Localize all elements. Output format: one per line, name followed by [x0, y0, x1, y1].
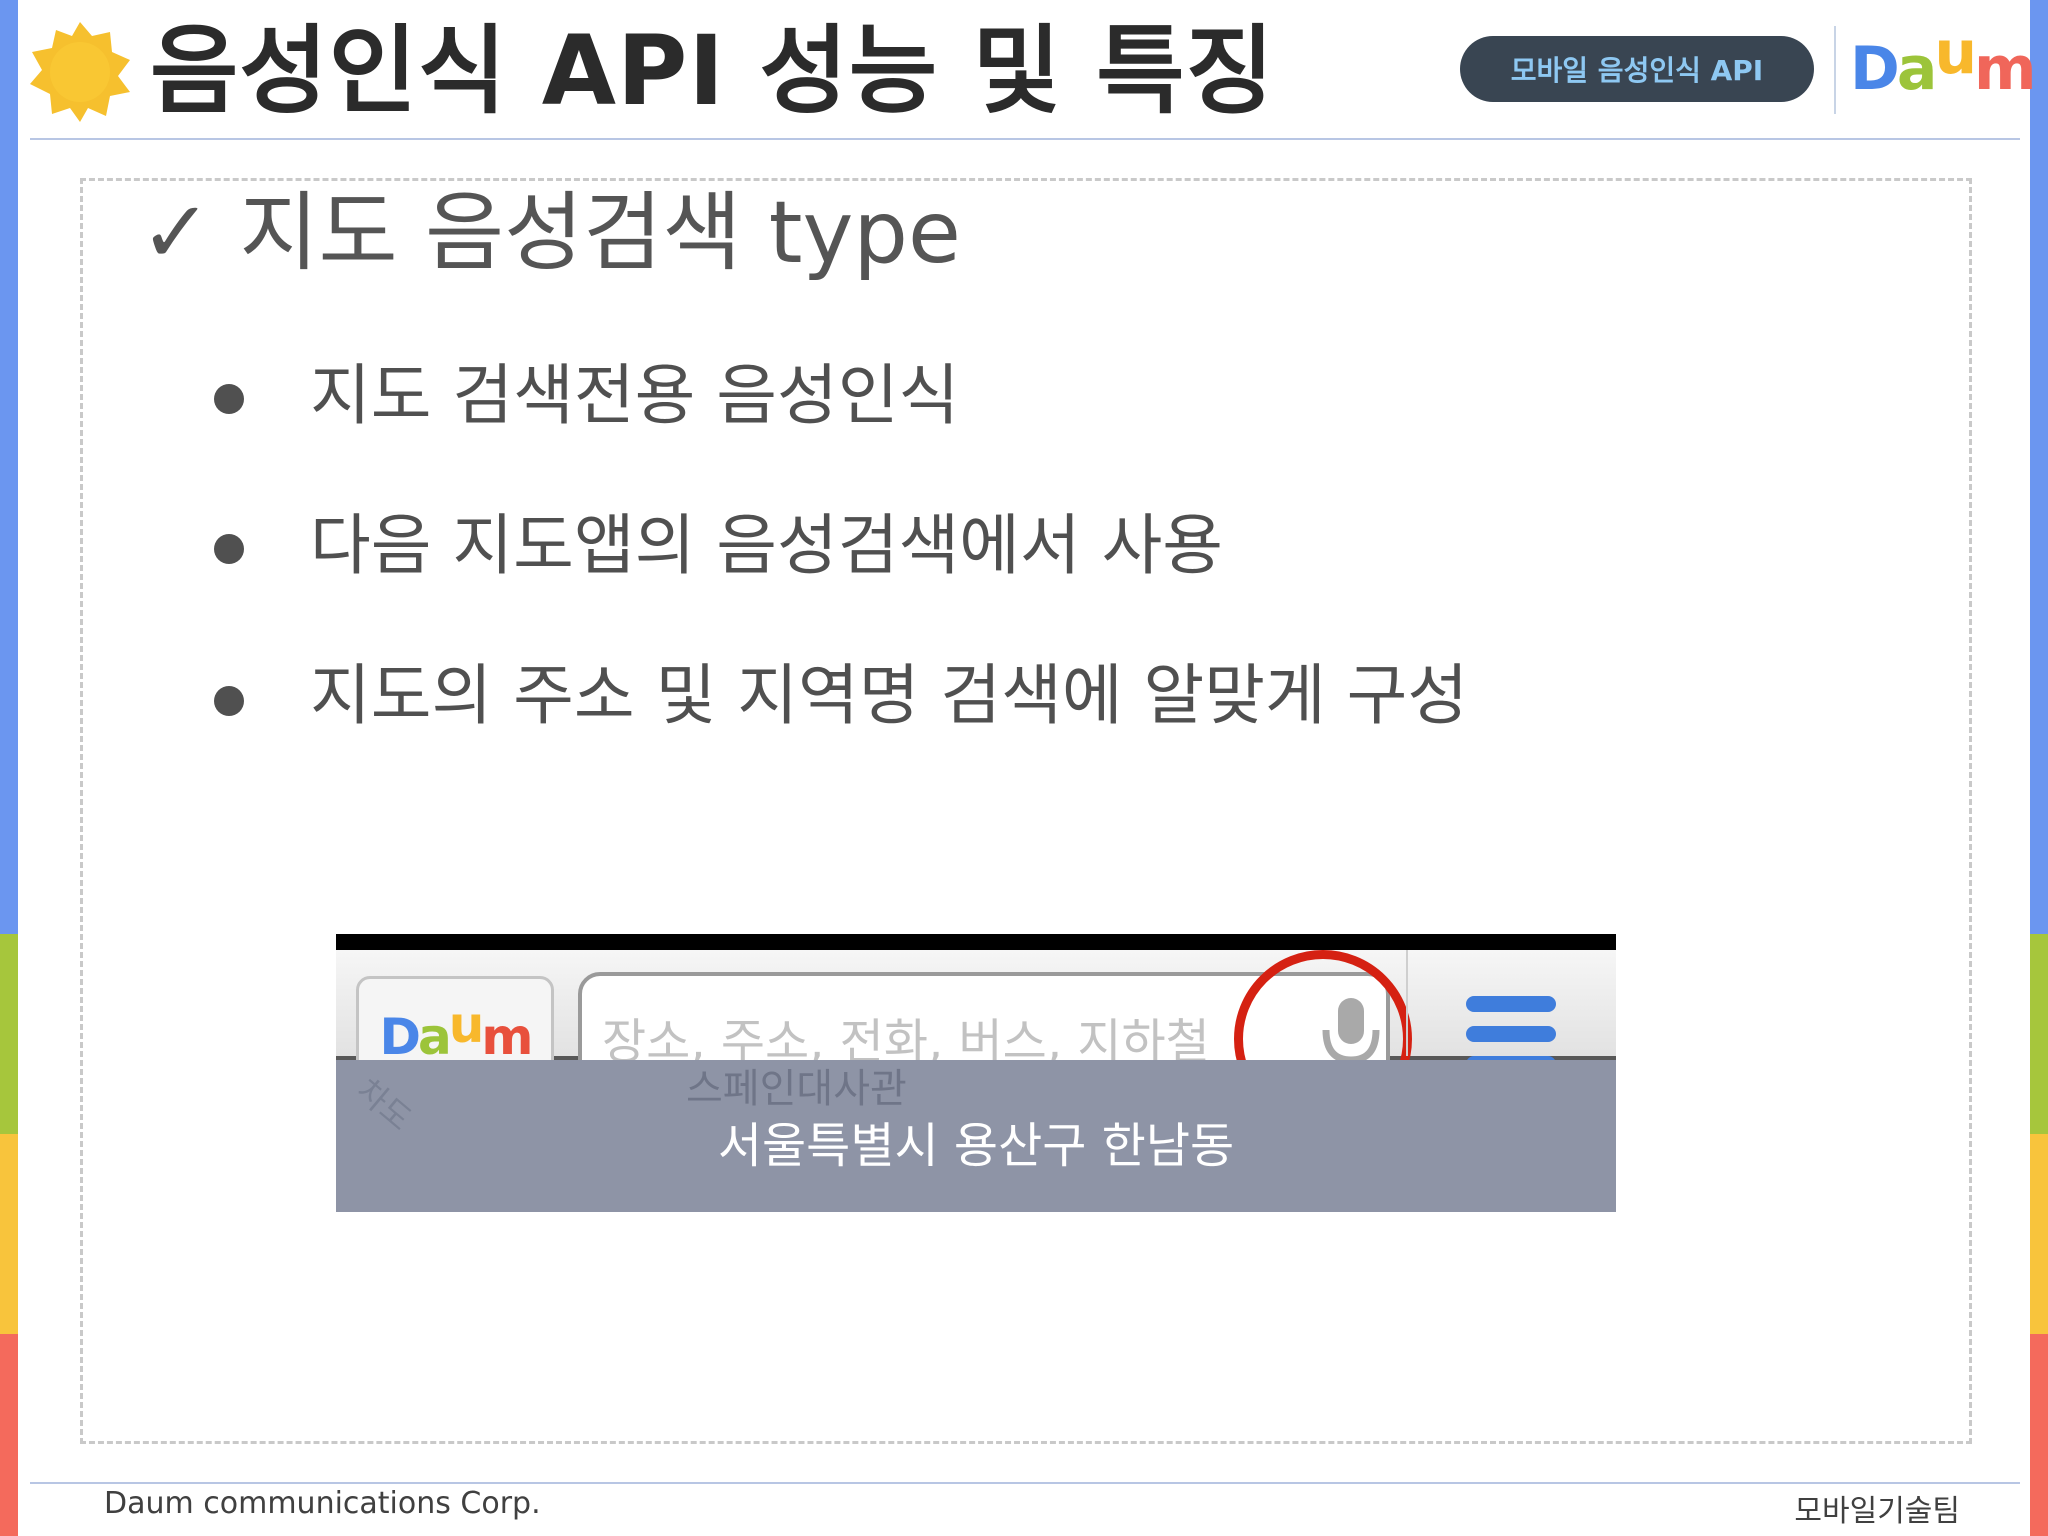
logo-letter-m: m — [1974, 34, 2037, 104]
map-view[interactable]: 스페인대사관 차도 서울특별시 용산구 한남동 — [336, 1060, 1616, 1212]
header-divider — [1834, 26, 1836, 114]
edge-strip-blue-right — [2030, 0, 2048, 934]
edge-strip-red-right — [2030, 1334, 2048, 1536]
section-heading: ✓ 지도 음성검색 type — [140, 183, 961, 283]
edge-strip-green-right — [2030, 934, 2048, 1134]
logo-letter-a: a — [418, 1008, 452, 1066]
edge-strip-blue-left — [0, 0, 18, 934]
edge-strip-green-left — [0, 934, 18, 1134]
logo-letter-m: m — [481, 1008, 533, 1066]
bullet-dot — [214, 384, 244, 414]
section-badge: 모바일 음성인식 API — [1460, 36, 1814, 102]
footer-rule — [30, 1482, 2020, 1484]
logo-letter-d: D — [379, 1008, 421, 1066]
footer-company: Daum communications Corp. — [104, 1486, 541, 1521]
toolbar-separator — [1406, 950, 1408, 1056]
bullet-text: 지도의 주소 및 지역명 검색에 알맞게 구성 — [310, 657, 1469, 734]
header-rule — [30, 138, 2020, 140]
edge-strip-yellow-left — [0, 1134, 18, 1334]
current-address: 서울특별시 용산구 한남동 — [717, 1118, 1235, 1174]
bullet-text: 지도 검색전용 음성인식 — [310, 357, 960, 434]
daum-logo: Daum — [1850, 18, 2037, 104]
logo-letter-a: a — [1896, 34, 1937, 104]
app-screenshot: Daum 장소, 주소, 전화, 버스, 지하철 스페인대사관 차도 서울특별시… — [336, 934, 1616, 1212]
footer-team: 모바일기술팀 — [1794, 1494, 1960, 1529]
logo-letter-u: u — [448, 996, 485, 1054]
bullet-dot — [214, 534, 244, 564]
edge-strip-red-left — [0, 1334, 18, 1536]
logo-letter-d: D — [1850, 34, 1900, 104]
status-bar — [336, 934, 1616, 950]
page-title: 음성인식 API 성능 및 특징 — [150, 15, 1275, 127]
logo-letter-u: u — [1934, 18, 1977, 88]
bullet-dot — [214, 686, 244, 716]
bullet-text: 다음 지도앱의 음성검색에서 사용 — [310, 507, 1224, 584]
sun-icon — [30, 22, 130, 122]
edge-strip-yellow-right — [2030, 1134, 2048, 1334]
